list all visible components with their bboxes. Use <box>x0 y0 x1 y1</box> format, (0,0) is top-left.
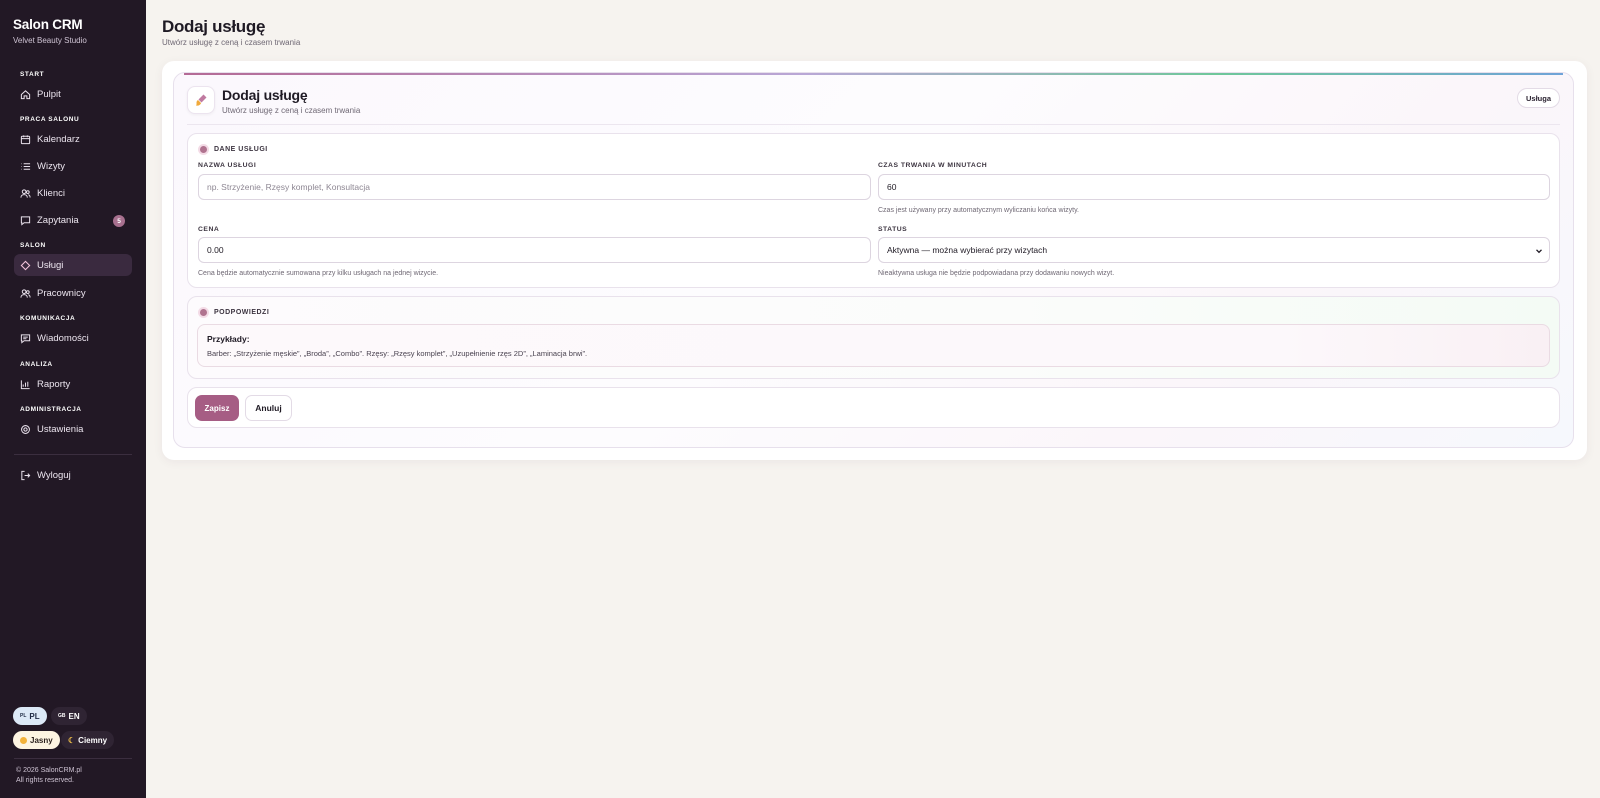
sidebar-item-klienci[interactable]: Klienci <box>14 182 132 204</box>
form-card: Dodaj usługę Utwórz usługę z ceną i czas… <box>162 61 1587 460</box>
sidebar: Salon CRM Velvet Beauty Studio START Pul… <box>0 0 146 798</box>
brand: Salon CRM Velvet Beauty Studio <box>13 17 87 45</box>
nav-section-analiza: ANALIZA <box>20 361 53 368</box>
message-icon <box>20 333 31 344</box>
gradient-stripe <box>184 73 1563 75</box>
duration-help: Czas jest używany przy automatycznym wyl… <box>878 207 1079 214</box>
gear-icon <box>21 424 30 434</box>
card-header: Dodaj usługę Utwórz usługę z ceną i czas… <box>187 86 1560 122</box>
type-badge: Usługa <box>1516 88 1560 108</box>
calendar-icon <box>20 134 31 144</box>
gb-flag-icon: GB <box>58 713 66 719</box>
section-label-text: PODPOWIEDZI <box>214 309 270 316</box>
nav-section-start: START <box>20 71 45 78</box>
examples-box: Przykłady: Barber: „Strzyżenie męskie”, … <box>197 324 1550 367</box>
examples-text: Barber: „Strzyżenie męskie”, „Broda”, „C… <box>207 349 588 358</box>
section-label-text: DANE USŁUGI <box>214 146 268 153</box>
theme-light-button[interactable]: Jasny <box>13 731 60 749</box>
sidebar-item-label: Klienci <box>37 187 65 199</box>
sidebar-item-pulpit[interactable]: Pulpit <box>14 83 132 105</box>
copyright: © 2026 SalonCRM.pl All rights reserved. <box>16 766 82 786</box>
sidebar-item-label: Wizyty <box>37 160 65 172</box>
sidebar-divider <box>14 758 132 759</box>
count-badge: 5 <box>113 215 125 227</box>
brush-icon <box>187 86 215 114</box>
tag-icon <box>20 260 31 270</box>
lang-en-button[interactable]: GB EN <box>51 707 87 725</box>
pl-flag-icon: PL <box>20 713 27 719</box>
actions-bar: Zapisz Anuluj <box>187 387 1560 428</box>
status-help: Nieaktywna usługa nie będzie podpowiadan… <box>878 270 1115 277</box>
sun-icon <box>20 736 27 744</box>
service-name-input[interactable] <box>198 174 871 200</box>
sidebar-item-pracownicy[interactable]: Pracownicy <box>14 282 132 304</box>
sidebar-item-zapytania[interactable]: Zapytania 5 <box>14 209 132 231</box>
sidebar-item-kalendarz[interactable]: Kalendarz <box>14 128 132 150</box>
sidebar-item-label: Wiadomości <box>37 332 89 344</box>
price-help: Cena będzie automatycznie sumowana przy … <box>198 270 439 277</box>
section-label: DANE USŁUGI <box>198 144 268 155</box>
sidebar-item-label: Kalendarz <box>37 133 80 145</box>
list-icon <box>21 162 31 170</box>
cancel-button[interactable]: Anuluj <box>245 395 292 421</box>
moon-icon: ☾ <box>68 735 76 745</box>
status-select-value: Aktywna — można wybierać przy wizytach <box>887 245 1048 255</box>
status-select[interactable]: Aktywna — można wybierać przy wizytach <box>878 237 1550 263</box>
sidebar-item-label: Raporty <box>37 378 71 390</box>
theme-light-label: Jasny <box>30 735 53 745</box>
duration-input[interactable] <box>878 174 1550 200</box>
sidebar-item-label: Usługi <box>37 259 64 271</box>
sidebar-item-raporty[interactable]: Raporty <box>14 373 132 395</box>
sidebar-item-wizyty[interactable]: Wizyty <box>14 155 132 177</box>
sidebar-item-uslugi[interactable]: Usługi <box>14 254 132 276</box>
header-divider <box>187 124 1560 125</box>
card-title: Dodaj usługę <box>222 87 308 103</box>
nav-section-praca: PRACA SALONU <box>20 116 80 123</box>
price-input[interactable] <box>198 237 871 263</box>
sidebar-item-wiadomosci[interactable]: Wiadomości <box>14 327 132 349</box>
nav-section-salon: SALON <box>20 242 46 249</box>
hints-section: PODPOWIEDZI Przykłady: Barber: „Strzyżen… <box>187 296 1560 379</box>
chevron-down-icon <box>1536 249 1542 254</box>
lang-pl-label: PL <box>29 711 40 721</box>
sidebar-item-label: Pulpit <box>37 88 61 100</box>
theme-dark-label: Ciemny <box>78 735 108 745</box>
page-subtitle: Utwórz usługę z ceną i czasem trwania <box>162 38 301 47</box>
sidebar-divider <box>14 454 132 455</box>
sidebar-item-ustawienia[interactable]: Ustawienia <box>14 418 132 440</box>
nav-section-admin: ADMINISTRACJA <box>20 406 82 413</box>
nav-section-komunikacja: KOMUNIKACJA <box>20 315 76 322</box>
users-icon <box>20 188 31 198</box>
sidebar-item-label: Pracownicy <box>37 287 86 299</box>
chat-icon <box>20 215 31 226</box>
status-label: STATUS <box>878 226 908 233</box>
section-dot-icon <box>198 307 209 318</box>
chart-icon <box>20 379 30 389</box>
name-label: NAZWA USŁUGI <box>198 162 257 169</box>
duration-label: CZAS TRWANIA W MINUTACH <box>878 162 988 169</box>
logout-icon <box>21 470 31 480</box>
copyright-line: All rights reserved. <box>16 777 74 784</box>
brand-subtitle: Velvet Beauty Studio <box>13 36 87 45</box>
examples-title: Przykłady: <box>207 334 250 344</box>
price-label: CENA <box>198 226 220 233</box>
sidebar-item-label: Wyloguj <box>37 469 71 481</box>
form-inner-card: Dodaj usługę Utwórz usługę z ceną i czas… <box>173 72 1574 448</box>
sidebar-item-label: Zapytania <box>37 214 79 226</box>
save-button[interactable]: Zapisz <box>195 395 239 421</box>
sidebar-item-label: Ustawienia <box>37 423 84 435</box>
theme-dark-button[interactable]: ☾ Ciemny <box>61 731 115 749</box>
users-icon <box>20 288 31 298</box>
copyright-line: © 2026 SalonCRM.pl <box>16 767 82 774</box>
home-icon <box>20 89 31 99</box>
card-subtitle: Utwórz usługę z ceną i czasem trwania <box>222 106 361 115</box>
lang-en-label: EN <box>68 711 80 721</box>
lang-pl-button[interactable]: PL PL <box>13 707 47 725</box>
brand-title: Salon CRM <box>13 17 83 32</box>
service-data-section: DANE USŁUGI NAZWA USŁUGI CZAS TRWANIA W … <box>187 133 1560 288</box>
section-label: PODPOWIEDZI <box>198 307 269 318</box>
page-title: Dodaj usługę <box>162 17 266 36</box>
sidebar-item-wyloguj[interactable]: Wyloguj <box>14 464 132 486</box>
section-dot-icon <box>198 144 209 155</box>
